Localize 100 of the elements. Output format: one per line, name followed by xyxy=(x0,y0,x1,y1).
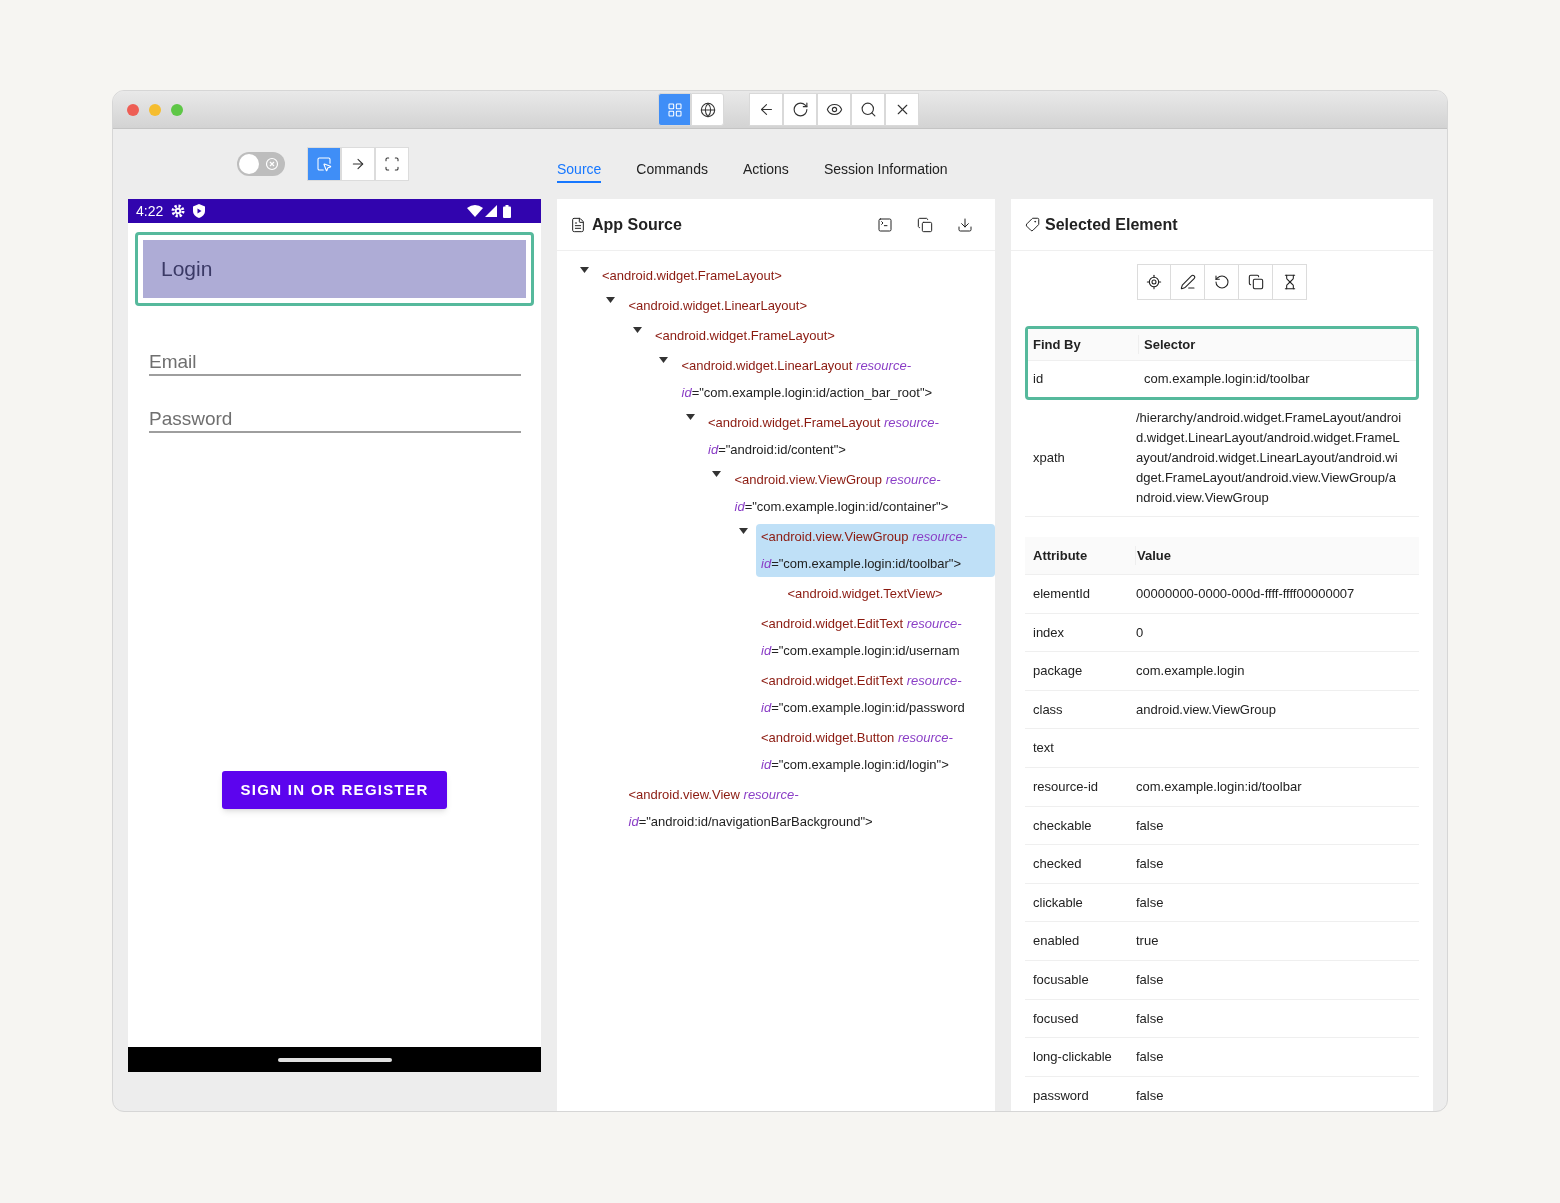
text-field[interactable]: Password xyxy=(149,407,521,433)
column-header: Find By xyxy=(1032,335,1082,354)
table-cell-text: checked xyxy=(1032,855,1083,874)
eye-button[interactable] xyxy=(817,93,851,126)
locate-button[interactable] xyxy=(1137,264,1171,300)
eye-icon xyxy=(825,101,843,118)
table-cell-text: false xyxy=(1135,893,1164,912)
globe-icon xyxy=(699,101,716,118)
shield-icon xyxy=(193,204,206,218)
copy-icon[interactable] xyxy=(917,216,933,233)
table-cell-text: android.view.ViewGroup xyxy=(1135,700,1276,719)
column-header: Selector xyxy=(1138,334,1196,355)
search-button[interactable] xyxy=(851,93,885,126)
search-icon xyxy=(859,101,877,118)
scan-frame-button[interactable] xyxy=(375,147,409,181)
copy-icon xyxy=(1247,274,1264,290)
expand-triangle-icon[interactable] xyxy=(712,471,721,478)
download-icon[interactable] xyxy=(957,216,973,233)
wifi-icon xyxy=(467,205,483,217)
tab[interactable]: Source xyxy=(557,146,602,183)
rotate-icon xyxy=(1213,274,1230,290)
table-cell-text: false xyxy=(1135,1009,1164,1028)
home-indicator[interactable] xyxy=(277,1057,392,1062)
xml-node[interactable]: <android.widget.FrameLayout> xyxy=(597,263,995,289)
panel-title: Selected Element xyxy=(1045,214,1178,235)
edit-icon xyxy=(1179,274,1196,290)
table-cell-text: elementId xyxy=(1032,585,1092,604)
locate-icon xyxy=(1146,274,1162,290)
xml-node[interactable]: <android.widget.EditText resource-id="com.example.login:id/password xyxy=(756,668,995,721)
table-cell-text: false xyxy=(1135,816,1164,835)
expand-triangle-icon[interactable] xyxy=(632,327,642,334)
close-circle-icon xyxy=(265,157,279,171)
grid-icon xyxy=(666,101,683,118)
expand-triangle-icon[interactable] xyxy=(659,357,668,364)
expand-triangle-icon[interactable] xyxy=(685,414,695,421)
xml-node[interactable]: <android.view.View resource-id="android:id/navigationBarBackground"> xyxy=(623,782,995,835)
table-cell-text: focusable xyxy=(1032,971,1090,989)
toggle-switch[interactable] xyxy=(237,152,285,176)
table-cell-text: false xyxy=(1135,1086,1164,1105)
tab[interactable]: Session Information xyxy=(823,146,948,183)
expand-triangle-icon[interactable] xyxy=(579,267,589,274)
xml-node[interactable]: <android.widget.FrameLayout> xyxy=(650,323,995,349)
table-cell-text: password xyxy=(1032,1086,1090,1105)
table-cell-text: com.example.login:id/toolbar xyxy=(1143,370,1310,389)
xml-node[interactable]: <android.view.ViewGroup resource-id="com.example.login:id/toolbar"> xyxy=(756,524,995,577)
table-cell-text: false xyxy=(1135,855,1164,874)
scan-frame-icon xyxy=(384,156,400,172)
copy-button[interactable] xyxy=(1239,264,1273,300)
xml-node[interactable]: <android.widget.LinearLayout> xyxy=(623,293,995,319)
panel-title: App Source xyxy=(592,214,682,235)
tag-icon xyxy=(1025,217,1040,232)
expand-triangle-icon[interactable] xyxy=(606,297,615,304)
battery-icon xyxy=(503,204,511,218)
pointer-select-icon xyxy=(316,156,332,172)
edit-button[interactable] xyxy=(1171,264,1205,300)
table-cell-text: com.example.login:id/toolbar xyxy=(1135,778,1302,796)
cell-signal-icon xyxy=(485,205,497,217)
table-cell-text: text xyxy=(1032,739,1055,758)
column-header: Value xyxy=(1135,545,1171,566)
refresh-icon xyxy=(791,101,809,118)
arrow-icon xyxy=(350,156,366,172)
gear-icon xyxy=(171,204,186,218)
tab[interactable]: Actions xyxy=(742,146,789,183)
expand-triangle-icon[interactable] xyxy=(738,528,748,535)
table-cell-text: 00000000-0000-000d-ffff-ffff00000007 xyxy=(1135,585,1355,604)
table-cell-text: clickable xyxy=(1032,893,1084,912)
arrow-button[interactable] xyxy=(341,147,375,181)
table-cell-text: resource-id xyxy=(1032,778,1100,796)
xml-node[interactable]: <android.view.ViewGroup resource-id="com.example.login:id/container"> xyxy=(729,467,995,520)
column-header: Attribute xyxy=(1032,546,1089,565)
table-cell-text: index xyxy=(1032,623,1066,642)
table-cell-text: /hierarchy/android.widget.FrameLayout/android.widget.LinearLayout/android.widget.FrameLayout/android.widget.LinearLayout/android.widget.FrameLayout/android.view.ViewGroup/android.view.ViewGroup xyxy=(1135,409,1403,507)
table-cell-text: long-clickable xyxy=(1032,1048,1113,1067)
table-cell-text: true xyxy=(1135,932,1159,951)
status-time: 4:22 xyxy=(136,201,164,221)
table-cell-text: focused xyxy=(1032,1009,1080,1028)
globe-button[interactable] xyxy=(691,93,724,126)
table-cell-text: class xyxy=(1032,700,1064,719)
terminal-icon[interactable] xyxy=(877,216,893,233)
table-cell-text: checkable xyxy=(1032,816,1093,835)
table-cell-text: id xyxy=(1032,370,1045,389)
document-icon xyxy=(570,216,586,233)
xml-node[interactable]: <android.widget.FrameLayout resource-id="android:id/content"> xyxy=(703,410,995,463)
xml-node[interactable]: <android.widget.Button resource-id="com.example.login:id/login"> xyxy=(756,725,995,778)
table-cell-text: xpath xyxy=(1032,449,1066,467)
table-cell-text: false xyxy=(1135,1048,1164,1067)
sign-in-button[interactable]: SIGN IN OR REGISTER xyxy=(222,771,447,809)
toolbar-title: Login xyxy=(161,256,213,283)
xml-node[interactable]: <android.widget.EditText resource-id="com.example.login:id/usernam xyxy=(756,611,995,664)
table-cell-text: 0 xyxy=(1135,623,1144,642)
table-cell-text: false xyxy=(1135,971,1164,989)
text-field[interactable]: Email xyxy=(149,350,521,376)
tab[interactable]: Commands xyxy=(636,146,708,183)
rotate-button[interactable] xyxy=(1205,264,1239,300)
refresh-button[interactable] xyxy=(783,93,817,126)
xml-node[interactable]: <android.widget.TextView> xyxy=(782,581,995,607)
table-cell-text: package xyxy=(1032,662,1084,681)
hourglass-button[interactable] xyxy=(1273,264,1307,300)
table-cell-text: enabled xyxy=(1032,932,1081,951)
xml-node[interactable]: <android.widget.LinearLayout resource-id="com.example.login:id/action_bar_root"> xyxy=(676,353,995,406)
